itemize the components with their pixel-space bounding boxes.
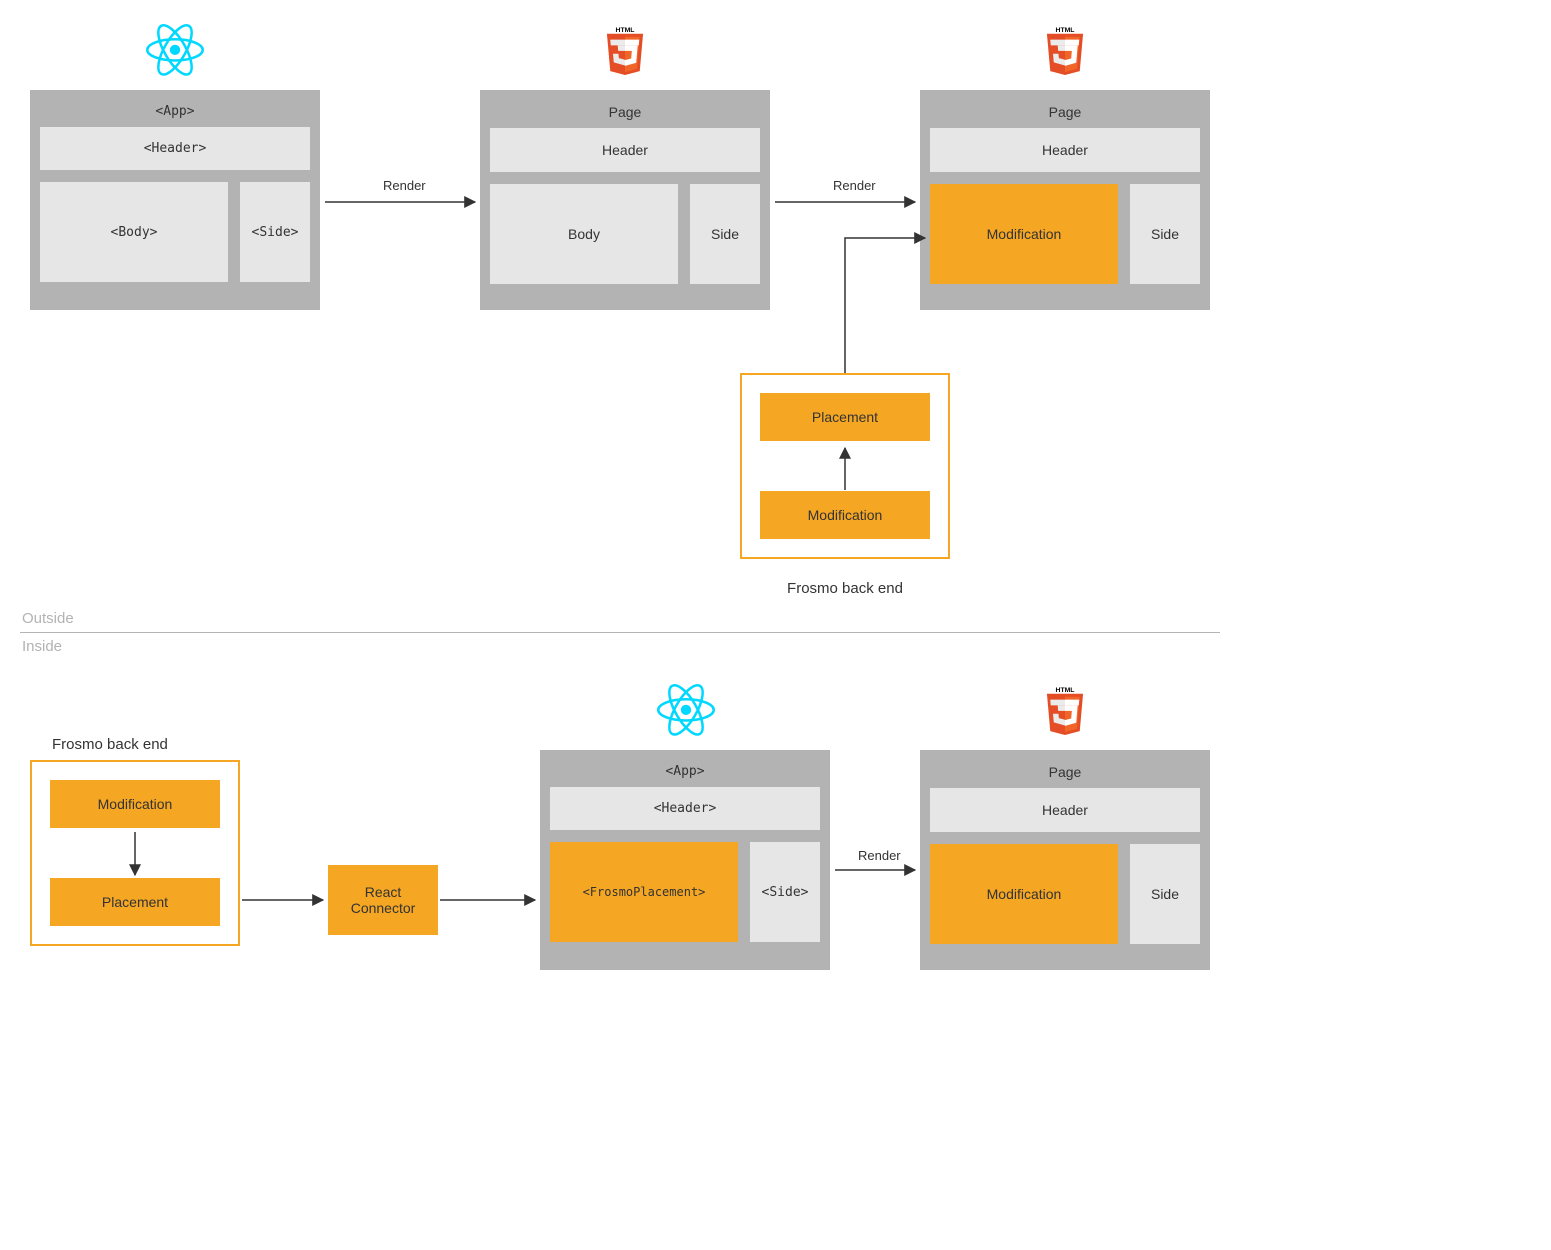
inside-label: Inside bbox=[22, 638, 62, 655]
modification-block: Modification bbox=[930, 844, 1118, 944]
panel-react-app-top: <App> <Header> <Body> <Side> bbox=[30, 90, 320, 310]
body-block: Body bbox=[490, 184, 678, 284]
header-block: <Header> bbox=[550, 787, 820, 830]
modification-block: Modification bbox=[930, 184, 1118, 284]
frosmo-caption-bottom: Frosmo back end bbox=[30, 736, 240, 753]
panel-page-bottom: Page Header Modification Side bbox=[920, 750, 1210, 970]
side-block: <Side> bbox=[240, 182, 310, 282]
side-block: <Side> bbox=[750, 842, 820, 942]
render-label: Render bbox=[833, 178, 876, 193]
placement-block: Placement bbox=[50, 878, 220, 926]
placement-block: Placement bbox=[760, 393, 930, 441]
react-icon bbox=[145, 20, 205, 80]
frosmo-backend-bottom: Modification Placement bbox=[30, 760, 240, 946]
divider-line bbox=[20, 632, 1220, 633]
frosmo-placement-block: <FrosmoPlacement> bbox=[550, 842, 738, 942]
react-connector-block: React Connector bbox=[328, 865, 438, 935]
html5-icon: HTML bbox=[1035, 20, 1095, 80]
panel-page-2: Page Header Modification Side bbox=[920, 90, 1210, 310]
header-block: Header bbox=[930, 788, 1200, 832]
html5-icon: HTML bbox=[1035, 680, 1095, 740]
diagram-root: HTML HTML <App> <Header> <Body> <Side> bbox=[20, 20, 1220, 1030]
panel-title: <App> bbox=[40, 100, 310, 127]
body-block: <Body> bbox=[40, 182, 228, 282]
header-block: <Header> bbox=[40, 127, 310, 170]
panel-title: Page bbox=[930, 100, 1200, 128]
panel-title: Page bbox=[930, 760, 1200, 788]
react-icon bbox=[656, 680, 716, 740]
header-block: Header bbox=[930, 128, 1200, 172]
render-label: Render bbox=[858, 848, 901, 863]
side-block: Side bbox=[690, 184, 760, 284]
svg-text:HTML: HTML bbox=[1056, 27, 1075, 34]
frosmo-caption-top: Frosmo back end bbox=[740, 580, 950, 597]
modification-block: Modification bbox=[50, 780, 220, 828]
outside-label: Outside bbox=[22, 610, 74, 627]
panel-title: Page bbox=[490, 100, 760, 128]
panel-page-1: Page Header Body Side bbox=[480, 90, 770, 310]
panel-title: <App> bbox=[550, 760, 820, 787]
svg-text:HTML: HTML bbox=[1056, 687, 1075, 694]
render-label: Render bbox=[383, 178, 426, 193]
modification-block: Modification bbox=[760, 491, 930, 539]
frosmo-backend-top: Placement Modification bbox=[740, 373, 950, 559]
html5-icon: HTML bbox=[595, 20, 655, 80]
side-block: Side bbox=[1130, 184, 1200, 284]
svg-text:HTML: HTML bbox=[616, 27, 635, 34]
header-block: Header bbox=[490, 128, 760, 172]
panel-react-app-bottom: <App> <Header> <FrosmoPlacement> <Side> bbox=[540, 750, 830, 970]
side-block: Side bbox=[1130, 844, 1200, 944]
